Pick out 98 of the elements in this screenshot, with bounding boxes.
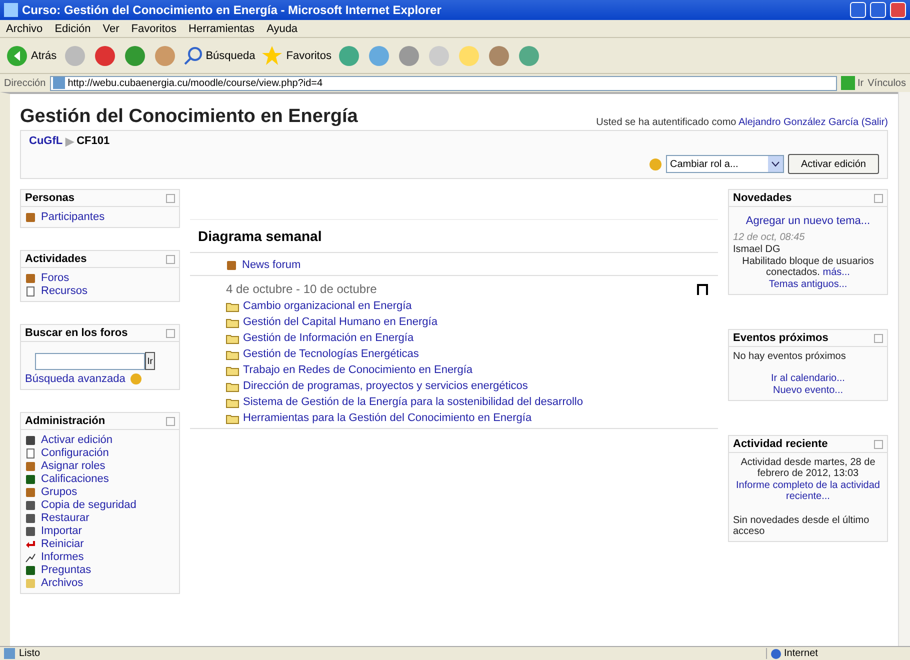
breadcrumb-separator: ▶ [66,135,74,148]
topic-link[interactable]: Trabajo en Redes de Conocimiento en Energía [226,364,708,376]
user-link[interactable]: Alejandro González García [738,117,859,128]
topic-link[interactable]: Herramientas para la Gestión del Conocimiento en Energía [226,412,708,424]
search-field[interactable] [35,352,145,370]
collapse-icon[interactable] [874,194,883,202]
links-label[interactable]: Vínculos [868,78,906,88]
block-title: Administración [25,415,106,427]
star-icon [261,44,284,66]
collapse-icon[interactable] [874,334,883,342]
post-date: 12 de oct, 08:45 [733,232,806,243]
week-dates: 4 de octubre - 10 de octubre [226,282,377,296]
block-link[interactable]: Informes [25,551,175,563]
menu-item[interactable]: Ayuda [266,22,298,34]
status-text: Listo [19,648,42,659]
older-topics-link[interactable]: Temas antiguos... [733,279,883,290]
address-label: Dirección [4,78,46,88]
search-button[interactable]: Búsqueda [182,46,256,66]
address-field[interactable]: http://webu.cubaenergia.cu/moodle/course/view.php?id=4 [50,76,837,90]
close-button[interactable] [890,2,906,18]
block-link[interactable]: Calificaciones [25,473,175,485]
post-text: Habilitado bloque de usuarios conectados. más... [741,256,875,278]
activity-note: Sin novedades desde el último acceso [733,515,870,537]
collapse-icon[interactable] [874,440,883,448]
document-icon [25,448,36,458]
favorites-button[interactable]: Favoritos [261,44,332,66]
events-text: No hay eventos próximos [733,351,847,362]
block-link[interactable]: Importar [25,525,175,537]
events-link[interactable]: Nuevo evento... [733,385,883,396]
block-link[interactable]: Reiniciar [25,538,175,550]
scrollbar[interactable] [898,92,910,646]
menu-item[interactable]: Edición [54,22,91,34]
more-link[interactable]: más... [822,267,850,278]
add-topic-link[interactable]: Agregar un nuevo tema... [733,211,883,231]
menu-item[interactable]: Herramientas [188,22,255,34]
globe-icon [771,648,781,658]
block-link[interactable]: Foros [25,272,175,284]
page-icon [52,77,65,89]
events-link[interactable]: Ir al calendario... [733,373,883,384]
role-select[interactable]: Cambiar rol a... [666,155,784,173]
block-link[interactable]: Participantes [25,211,175,223]
minimize-button[interactable] [850,2,866,18]
help-icon [130,373,142,385]
block-link[interactable]: Restaurar [25,512,175,524]
block-title: Novedades [733,192,792,204]
block-title: Buscar en los foros [25,327,128,339]
menu-item[interactable]: Ver [102,22,120,34]
block-link[interactable]: Configuración [25,447,175,459]
block-link[interactable]: Grupos [25,486,175,498]
menu-item[interactable]: Favoritos [131,22,177,34]
topic-link[interactable]: Sistema de Gestión de la Energía para la sostenibilidad del desarrollo [226,396,708,408]
chart-icon [25,552,36,562]
course-title: Gestión del Conocimiento en Energía [20,106,358,128]
breadcrumb-link[interactable]: CuGfL [29,135,63,147]
advanced-search-link[interactable]: Búsqueda avanzada [25,373,175,385]
search-go-button[interactable]: Ir [145,352,155,370]
collapse-icon[interactable] [166,194,175,202]
edit-button[interactable]: Activar edición [788,154,879,174]
block-title: Personas [25,192,75,204]
browser-icon [4,3,18,17]
dropdown-icon [768,156,783,172]
zone-text: Internet [784,648,818,659]
maximize-button[interactable] [870,2,886,18]
document-icon [25,286,36,296]
collapse-icon[interactable] [166,328,175,338]
block-title: Actividades [25,253,87,265]
menu-item[interactable]: Archivo [6,22,43,34]
section-heading: Diagrama semanal [190,219,718,252]
activity-text: Actividad desde martes, 28 de febrero de 2012, 13:03 [740,457,876,479]
full-report-link[interactable]: Informe completo de la actividad reciente... [733,480,883,502]
block-title: Eventos próximos [733,332,828,344]
page-icon [4,648,15,659]
block-link[interactable]: Activar edición [25,434,175,446]
post-author: Ismael DG [733,244,782,255]
topic-link[interactable]: Gestión de Información en Energía [226,332,708,344]
back-button[interactable]: Atrás [6,44,57,66]
forum-link[interactable]: News forum [226,259,708,271]
block-link[interactable]: Archivos [25,577,175,589]
topic-link[interactable]: Cambio organizacional en Energía [226,300,708,312]
window-title: Curso: Gestión del Conocimiento en Energía - Microsoft Internet Explorer [22,3,442,17]
login-info: Usted se ha autentificado como Alejandro González García (Salir) [596,117,888,128]
topic-link[interactable]: Dirección de programas, proyectos y servicios energéticos [226,380,708,392]
collapse-icon[interactable] [166,254,175,264]
go-button[interactable]: Ir [840,76,864,90]
logout-link[interactable]: (Salir) [861,117,888,128]
help-icon[interactable] [648,158,662,170]
block-link[interactable]: Recursos [25,285,175,297]
block-link[interactable]: Preguntas [25,564,175,576]
collapse-icon[interactable] [166,416,175,426]
arrow-icon [25,538,36,550]
highlight-icon[interactable] [697,284,708,295]
block-title: Actividad reciente [733,438,828,450]
block-link[interactable]: Asignar roles [25,460,175,472]
search-icon [182,46,203,66]
block-link[interactable]: Copia de seguridad [25,499,175,511]
breadcrumb-current: CF101 [76,135,110,147]
topic-link[interactable]: Gestión del Capital Humano en Energía [226,316,708,328]
topic-link[interactable]: Gestión de Tecnologías Energéticas [226,348,708,360]
